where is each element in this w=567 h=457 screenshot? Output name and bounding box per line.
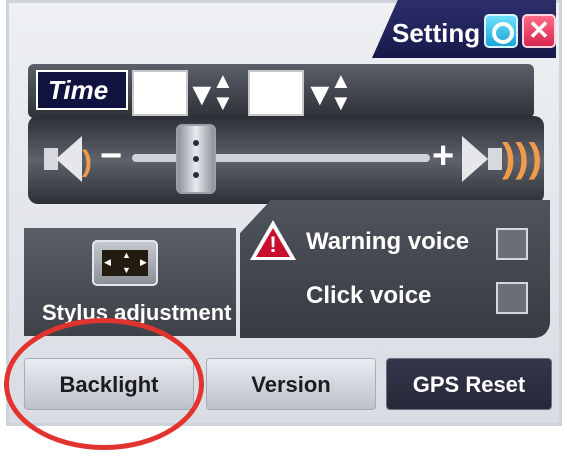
highlight-oval	[4, 318, 204, 450]
gps-reset-button[interactable]: GPS Reset	[386, 358, 552, 410]
up-down-icon[interactable]: ▲ ▼	[330, 70, 352, 114]
window-title: Setting	[392, 18, 481, 48]
up-down-icon[interactable]: ▲ ▼	[212, 70, 234, 114]
volume-slider-thumb[interactable]	[176, 124, 216, 194]
settings-button[interactable]	[484, 14, 518, 48]
hour-field[interactable]	[132, 70, 188, 116]
settings-icon	[492, 22, 514, 44]
warning-icon: !	[250, 220, 296, 262]
time-label: Time	[36, 70, 128, 110]
warning-voice-label: Warning voice	[306, 228, 470, 255]
click-voice-checkbox[interactable]	[496, 282, 528, 314]
speaker-high-icon	[462, 136, 502, 182]
hour-spinner[interactable]: ▼ ▲ ▼	[186, 70, 234, 114]
warning-voice-checkbox[interactable]	[496, 228, 528, 260]
stylus-icon[interactable]: ▲ ▼ ◀ ▶	[92, 240, 158, 286]
minute-spinner[interactable]: ▼ ▲ ▼	[304, 70, 352, 114]
close-button[interactable]: ✕	[522, 14, 556, 48]
speaker-low-icon	[44, 136, 84, 182]
close-icon: ✕	[528, 15, 550, 45]
sound-waves: )))	[502, 136, 542, 180]
version-button[interactable]: Version	[206, 358, 376, 410]
sound-wave-small: )	[82, 145, 92, 178]
volume-minus[interactable]: −	[100, 134, 122, 178]
minute-field[interactable]	[248, 70, 304, 116]
volume-plus[interactable]: +	[432, 134, 454, 178]
click-voice-label: Click voice	[306, 282, 432, 309]
